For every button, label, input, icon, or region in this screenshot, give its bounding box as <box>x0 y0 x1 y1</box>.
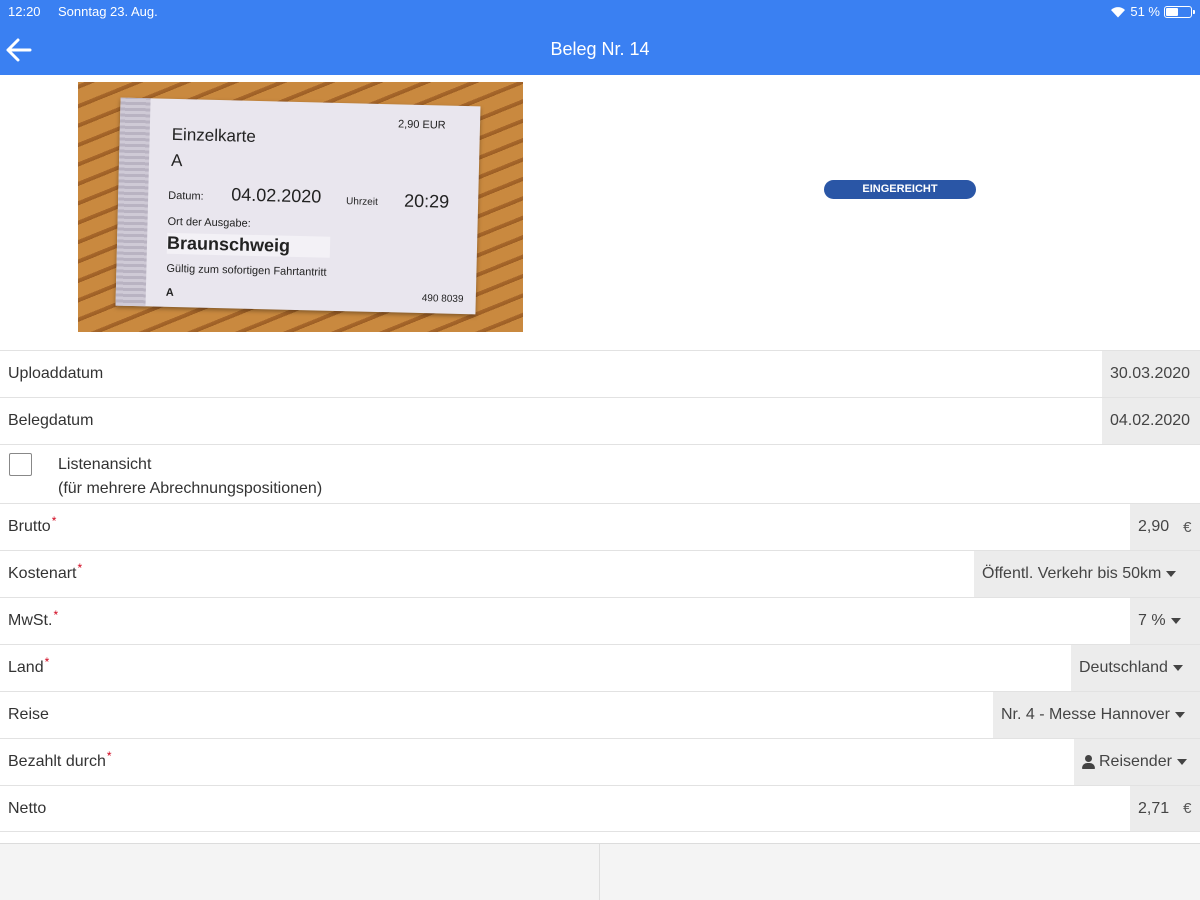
top-bar: 12:20 Sonntag 23. Aug. 51 % Beleg Nr. 14 <box>0 0 1200 75</box>
caret-down-icon <box>1170 618 1181 624</box>
listenansicht-sublabel: (für mehrere Abrechnungspositionen) <box>58 480 323 497</box>
row-listenansicht: Listenansicht (für mehrere Abrechnungspo… <box>0 444 1200 503</box>
caret-down-icon <box>1174 712 1185 718</box>
row-land: Land* Deutschland <box>0 644 1200 691</box>
label-mwst: MwSt.* <box>8 608 59 629</box>
label-reise: Reise <box>8 706 49 723</box>
netto-unit: € <box>1183 800 1192 817</box>
ticket-type: Einzelkarte <box>171 124 257 146</box>
ticket-price: 2,90 EUR <box>397 118 446 132</box>
toolbar-divider <box>599 844 600 900</box>
ticket-place-label: Ort der Ausgabe: <box>167 215 251 230</box>
page-title: Beleg Nr. 14 <box>550 39 650 59</box>
status-date: Sonntag 23. Aug. <box>58 4 158 19</box>
label-land: Land* <box>8 655 50 676</box>
row-reise: Reise Nr. 4 - Messe Hannover <box>0 691 1200 738</box>
ticket-date: 04.02.2020 <box>231 184 322 207</box>
mwst-value: 7 % <box>1138 612 1166 629</box>
required-marker: * <box>51 514 57 528</box>
row-uploaddatum: Uploaddatum 30.03.2020 <box>0 350 1200 397</box>
battery-icon <box>1164 5 1195 18</box>
kostenart-select[interactable]: Öffentl. Verkehr bis 50km <box>974 551 1200 597</box>
caret-down-icon <box>1166 571 1177 577</box>
required-marker: * <box>44 655 50 669</box>
required-marker: * <box>106 749 112 763</box>
ticket-zone: A <box>170 150 183 171</box>
bezahlt-durch-value: Reisender <box>1099 753 1172 770</box>
brutto-input[interactable]: 2,90 € <box>1130 504 1200 550</box>
ticket-date-label: Datum: <box>168 189 204 203</box>
label-kostenart: Kostenart* <box>8 561 83 582</box>
ticket-strip <box>115 97 151 307</box>
row-bezahlt-durch: Bezahlt durch* Reisender <box>0 738 1200 785</box>
value-uploaddatum: 30.03.2020 <box>1102 351 1200 397</box>
ticket-time: 20:29 <box>403 190 450 212</box>
ticket-validity: Gültig zum sofortigen Fahrtantritt <box>166 262 327 279</box>
caret-down-icon <box>1172 665 1183 671</box>
ticket-place: Braunschweig <box>166 232 331 258</box>
value-uploaddatum-text: 30.03.2020 <box>1110 365 1191 382</box>
status-bar: 12:20 Sonntag 23. Aug. 51 % <box>0 0 1200 24</box>
ticket-serial: 490 8039 <box>421 293 464 306</box>
reise-value: Nr. 4 - Messe Hannover <box>1001 706 1170 723</box>
wifi-icon <box>1110 6 1126 18</box>
listenansicht-checkbox[interactable] <box>9 453 32 476</box>
row-netto: Netto 2,71 € <box>0 785 1200 832</box>
netto-value: 2,71 <box>1138 799 1170 817</box>
battery-percent: 51 % <box>1130 4 1160 19</box>
listenansicht-label: Listenansicht <box>58 456 152 473</box>
value-belegdatum[interactable]: 04.02.2020 <box>1102 398 1200 444</box>
receipt-image[interactable]: 2,90 EUR Einzelkarte A Datum: 04.02.2020… <box>78 82 523 332</box>
row-brutto: Brutto* 2,90 € <box>0 503 1200 550</box>
ticket-zone-bottom: A <box>165 286 174 299</box>
person-icon <box>1082 755 1095 769</box>
ticket: 2,90 EUR Einzelkarte A Datum: 04.02.2020… <box>115 97 481 315</box>
row-belegdatum: Belegdatum 04.02.2020 <box>0 397 1200 444</box>
required-marker: * <box>77 561 83 575</box>
netto-value-box: 2,71 € <box>1130 786 1200 831</box>
bottom-toolbar <box>0 843 1200 900</box>
brutto-value: 2,90 <box>1138 518 1170 535</box>
kostenart-value: Öffentl. Verkehr bis 50km <box>982 565 1162 582</box>
land-value: Deutschland <box>1079 659 1168 676</box>
bezahlt-durch-select[interactable]: Reisender <box>1074 739 1200 785</box>
status-badge: EINGEREICHT <box>824 180 976 199</box>
reise-select[interactable]: Nr. 4 - Messe Hannover <box>993 692 1200 738</box>
row-mwst: MwSt.* 7 % <box>0 597 1200 644</box>
brutto-unit: € <box>1183 518 1192 536</box>
land-select[interactable]: Deutschland <box>1071 645 1200 691</box>
ticket-time-label: Uhrzeit <box>345 196 378 208</box>
row-kostenart: Kostenart* Öffentl. Verkehr bis 50km <box>0 550 1200 597</box>
label-uploaddatum: Uploaddatum <box>8 365 104 382</box>
required-marker: * <box>53 608 59 622</box>
listenansicht-label-group: Listenansicht (für mehrere Abrechnungspo… <box>58 453 322 501</box>
status-right: 51 % <box>1110 4 1195 19</box>
label-bezahlt-durch: Bezahlt durch* <box>8 749 112 770</box>
label-belegdatum: Belegdatum <box>8 412 94 429</box>
label-netto: Netto <box>8 800 47 817</box>
mwst-select[interactable]: 7 % <box>1130 598 1200 644</box>
caret-down-icon <box>1176 759 1187 765</box>
value-belegdatum-text: 04.02.2020 <box>1110 412 1191 429</box>
status-time: 12:20 <box>8 4 41 19</box>
label-brutto: Brutto* <box>8 514 57 535</box>
